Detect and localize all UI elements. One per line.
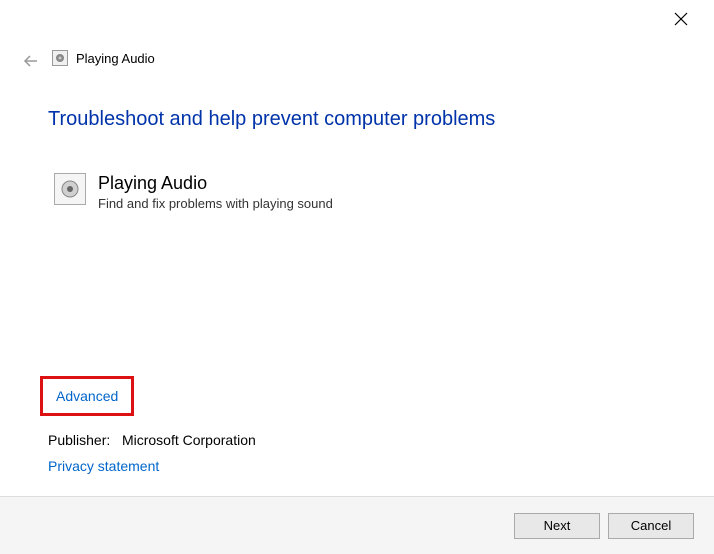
section-title: Playing Audio [98, 173, 333, 194]
window-title: Playing Audio [76, 51, 155, 66]
button-bar: Next Cancel [0, 496, 714, 554]
section-description: Find and fix problems with playing sound [98, 196, 333, 211]
page-heading: Troubleshoot and help prevent computer p… [48, 108, 666, 131]
advanced-highlight: Advanced [40, 376, 134, 416]
privacy-statement-link[interactable]: Privacy statement [48, 458, 159, 474]
cancel-button[interactable]: Cancel [608, 513, 694, 539]
back-arrow-icon [22, 52, 40, 70]
audio-icon [52, 50, 68, 66]
troubleshooter-section: Playing Audio Find and fix problems with… [48, 173, 666, 211]
title-bar: Playing Audio [52, 50, 155, 66]
publisher-label: Publisher: [48, 432, 110, 448]
back-button[interactable] [22, 52, 42, 72]
close-icon [674, 12, 688, 26]
next-button[interactable]: Next [514, 513, 600, 539]
close-button[interactable] [674, 12, 692, 30]
publisher-info: Publisher: Microsoft Corporation [48, 432, 256, 448]
advanced-link[interactable]: Advanced [56, 388, 118, 404]
publisher-value: Microsoft Corporation [122, 432, 256, 448]
speaker-icon [54, 173, 86, 205]
